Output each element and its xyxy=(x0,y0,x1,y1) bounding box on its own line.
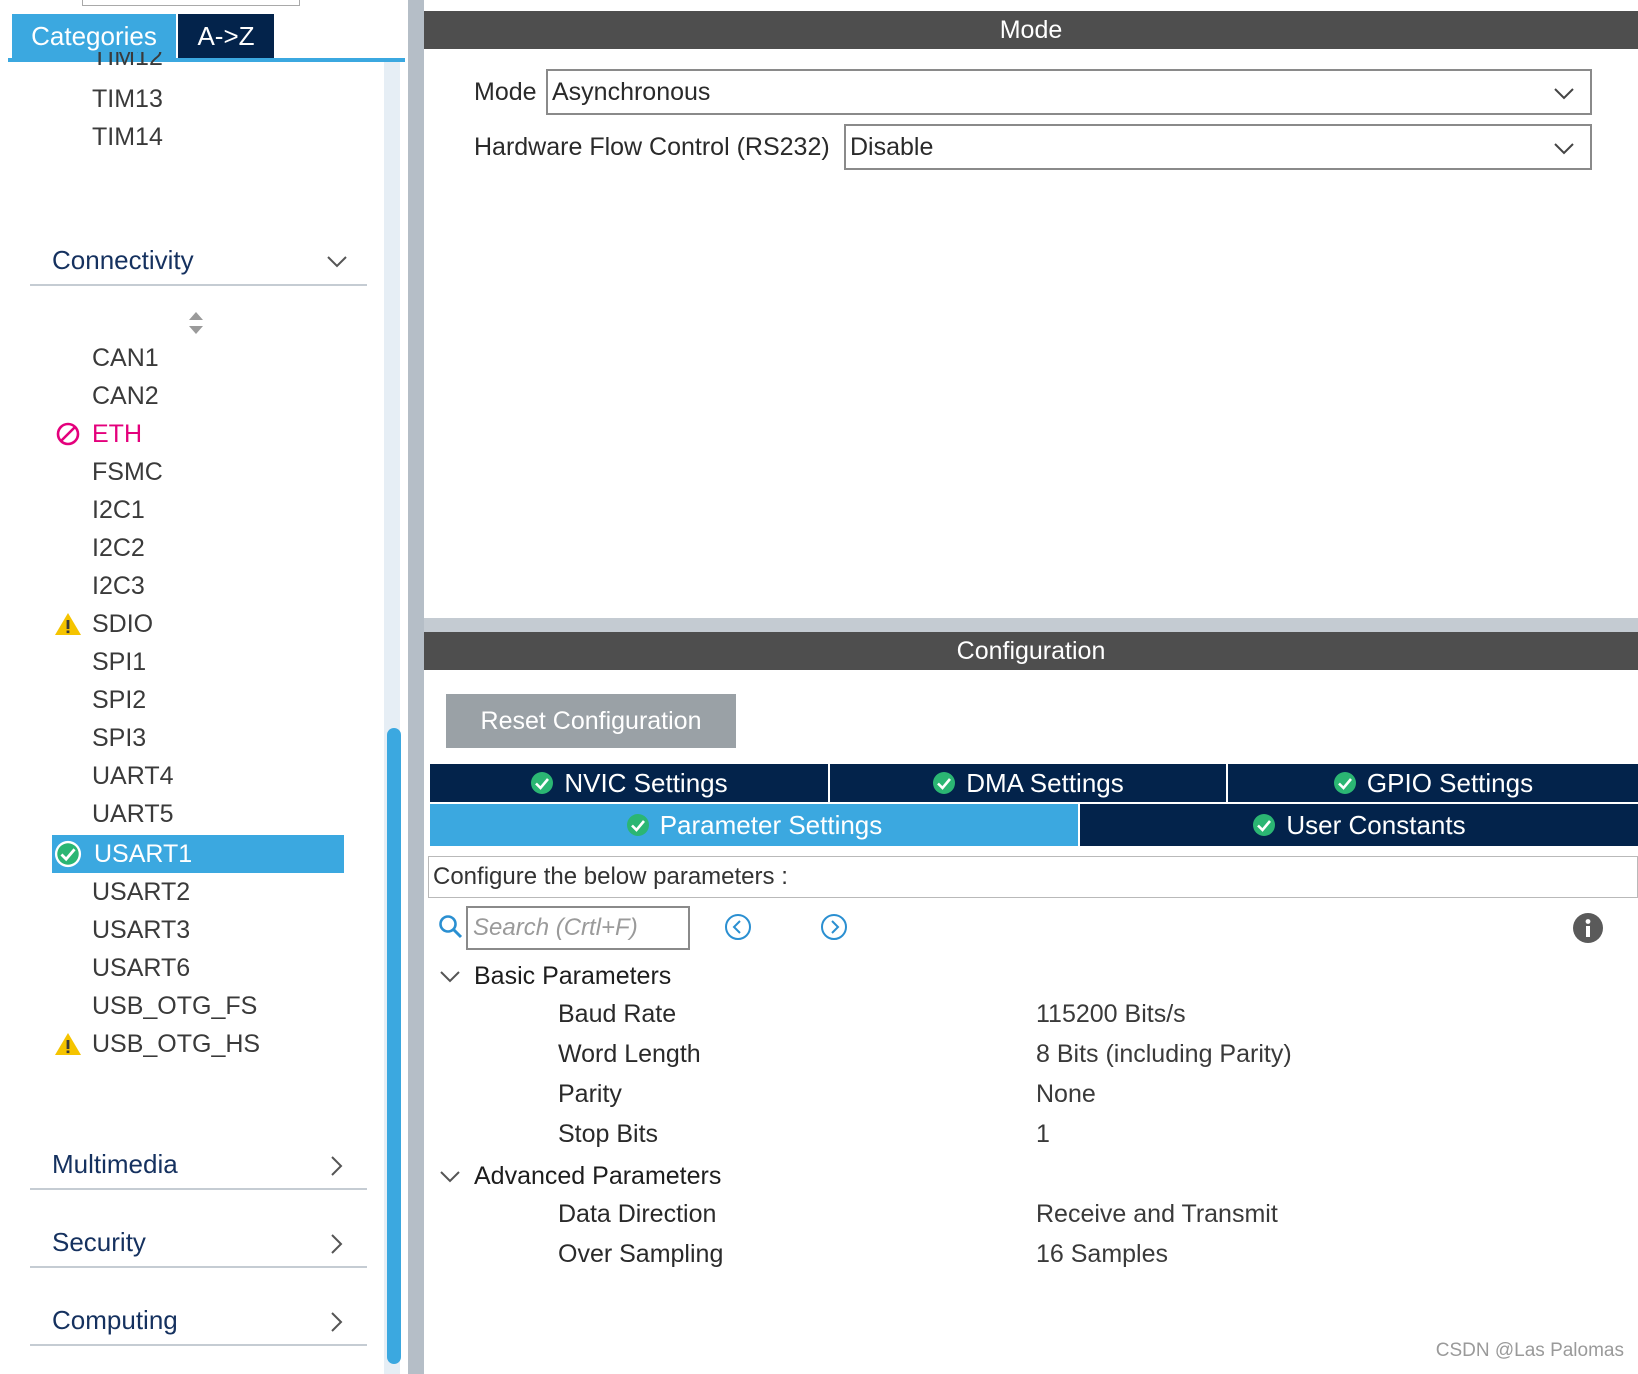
configuration-header: Configuration xyxy=(424,632,1638,670)
list-item-usart3[interactable]: USART3 xyxy=(92,915,190,945)
param-value[interactable]: Receive and Transmit xyxy=(1036,1200,1278,1229)
chevron-down-icon xyxy=(1554,88,1574,100)
check-circle-icon xyxy=(1333,772,1356,794)
param-value[interactable]: 115200 Bits/s xyxy=(1036,1000,1186,1029)
check-circle-icon xyxy=(54,839,82,869)
tab-parameter-settings[interactable]: Parameter Settings xyxy=(430,804,1078,846)
category-security[interactable]: Security xyxy=(30,1218,367,1268)
chevron-down-icon xyxy=(1554,143,1574,155)
group-advanced-parameters[interactable]: Advanced Parameters xyxy=(438,1160,721,1192)
category-computing-label: Computing xyxy=(52,1305,178,1335)
list-item-uart5[interactable]: UART5 xyxy=(92,799,174,829)
tab-parameter-label: Parameter Settings xyxy=(659,809,883,840)
check-circle-icon xyxy=(626,814,649,836)
chevron-down-icon xyxy=(440,971,460,983)
category-multimedia[interactable]: Multimedia xyxy=(30,1140,367,1190)
flow-control-label: Hardware Flow Control (RS232) xyxy=(474,133,830,161)
param-value[interactable]: 8 Bits (including Parity) xyxy=(1036,1040,1292,1069)
list-item-spi2[interactable]: SPI2 xyxy=(92,685,146,715)
chevron-down-icon xyxy=(325,250,349,274)
group-advanced-title: Advanced Parameters xyxy=(474,1161,722,1190)
section-divider[interactable] xyxy=(424,618,1638,632)
chevron-down-icon xyxy=(440,1171,460,1183)
param-value[interactable]: 16 Samples xyxy=(1036,1240,1168,1269)
list-item-i2c2[interactable]: I2C2 xyxy=(92,533,145,563)
check-circle-icon xyxy=(531,772,554,794)
check-circle-icon xyxy=(933,772,956,794)
configure-hint: Configure the below parameters : xyxy=(428,856,1638,898)
mode-header: Mode xyxy=(424,11,1638,49)
list-item-tim12[interactable]: TIM12 xyxy=(92,52,163,72)
param-name: Baud Rate xyxy=(558,1000,677,1028)
sort-icon[interactable] xyxy=(186,310,206,336)
category-connectivity[interactable]: Connectivity xyxy=(30,236,367,286)
list-item-tim14[interactable]: TIM14 xyxy=(92,122,163,152)
category-computing[interactable]: Computing xyxy=(30,1296,367,1346)
list-item-usart2[interactable]: USART2 xyxy=(92,877,190,907)
panel-splitter[interactable] xyxy=(408,0,424,1374)
tab-nvic-settings[interactable]: NVIC Settings xyxy=(430,764,828,802)
peripheral-tree-panel: Categories A->Z TIM12 TIM13 TIM14 Connec… xyxy=(0,0,405,1374)
tab-nvic-label: NVIC Settings xyxy=(564,767,728,798)
category-connectivity-label: Connectivity xyxy=(52,245,194,275)
info-icon[interactable] xyxy=(1572,912,1604,944)
list-item-spi3[interactable]: SPI3 xyxy=(92,723,146,753)
param-name: Data Direction xyxy=(558,1200,717,1228)
tab-underline xyxy=(8,58,405,62)
list-item-can1[interactable]: CAN1 xyxy=(92,343,159,373)
previous-icon[interactable] xyxy=(724,913,752,941)
param-name: Parity xyxy=(558,1080,622,1108)
tab-user-constants[interactable]: User Constants xyxy=(1080,804,1638,846)
list-item-usb-otg-hs[interactable]: USB_OTG_HS xyxy=(92,1029,260,1059)
list-item-eth[interactable]: ETH xyxy=(92,419,142,449)
list-item-fsmc[interactable]: FSMC xyxy=(92,457,163,487)
reset-configuration-button[interactable]: Reset Configuration xyxy=(446,694,736,748)
param-name: Word Length xyxy=(558,1040,701,1068)
warning-icon xyxy=(54,609,82,639)
scrollbar-thumb[interactable] xyxy=(387,728,401,1364)
param-value[interactable]: None xyxy=(1036,1080,1096,1109)
check-circle-icon xyxy=(1253,814,1276,836)
list-item-uart4[interactable]: UART4 xyxy=(92,761,174,791)
parameter-search-input[interactable]: Search (Crtl+F) xyxy=(466,906,690,950)
tree-search-input[interactable] xyxy=(82,0,300,6)
mode-label: Mode xyxy=(474,78,537,106)
group-basic-title: Basic Parameters xyxy=(474,961,672,990)
tab-gpio-label: GPIO Settings xyxy=(1366,767,1534,798)
tab-user-constants-label: User Constants xyxy=(1286,809,1466,840)
warning-icon xyxy=(54,1029,82,1059)
next-icon[interactable] xyxy=(820,913,848,941)
tab-gpio-settings[interactable]: GPIO Settings xyxy=(1228,764,1638,802)
list-item-usb-otg-fs[interactable]: USB_OTG_FS xyxy=(92,991,257,1021)
chevron-right-icon xyxy=(325,1154,349,1178)
param-name: Over Sampling xyxy=(558,1240,724,1268)
tab-a-to-z[interactable]: A->Z xyxy=(178,14,274,58)
list-item-sdio[interactable]: SDIO xyxy=(92,609,153,639)
flow-control-value: Disable xyxy=(850,132,934,161)
blocked-icon xyxy=(54,419,82,449)
watermark: CSDN @Las Palomas xyxy=(1435,1340,1624,1361)
tab-dma-label: DMA Settings xyxy=(966,767,1124,798)
list-item-spi1[interactable]: SPI1 xyxy=(92,647,146,677)
list-item-i2c3[interactable]: I2C3 xyxy=(92,571,145,601)
list-item-i2c1[interactable]: I2C1 xyxy=(92,495,145,525)
category-multimedia-label: Multimedia xyxy=(52,1149,178,1179)
list-item-usart1-label: USART1 xyxy=(94,840,193,868)
list-item-tim13[interactable]: TIM13 xyxy=(92,84,163,114)
param-value[interactable]: 1 xyxy=(1036,1120,1050,1149)
search-icon xyxy=(439,915,463,939)
flow-control-select[interactable]: Disable xyxy=(844,124,1592,170)
category-security-label: Security xyxy=(52,1227,146,1257)
param-name: Stop Bits xyxy=(558,1120,659,1148)
group-basic-parameters[interactable]: Basic Parameters xyxy=(438,960,671,992)
list-item-usart6[interactable]: USART6 xyxy=(92,953,190,983)
mode-select[interactable]: Asynchronous xyxy=(546,69,1592,115)
chevron-right-icon xyxy=(325,1232,349,1256)
list-item-can2[interactable]: CAN2 xyxy=(92,381,159,411)
chevron-right-icon xyxy=(325,1310,349,1334)
tab-dma-settings[interactable]: DMA Settings xyxy=(830,764,1226,802)
mode-select-value: Asynchronous xyxy=(552,77,711,106)
